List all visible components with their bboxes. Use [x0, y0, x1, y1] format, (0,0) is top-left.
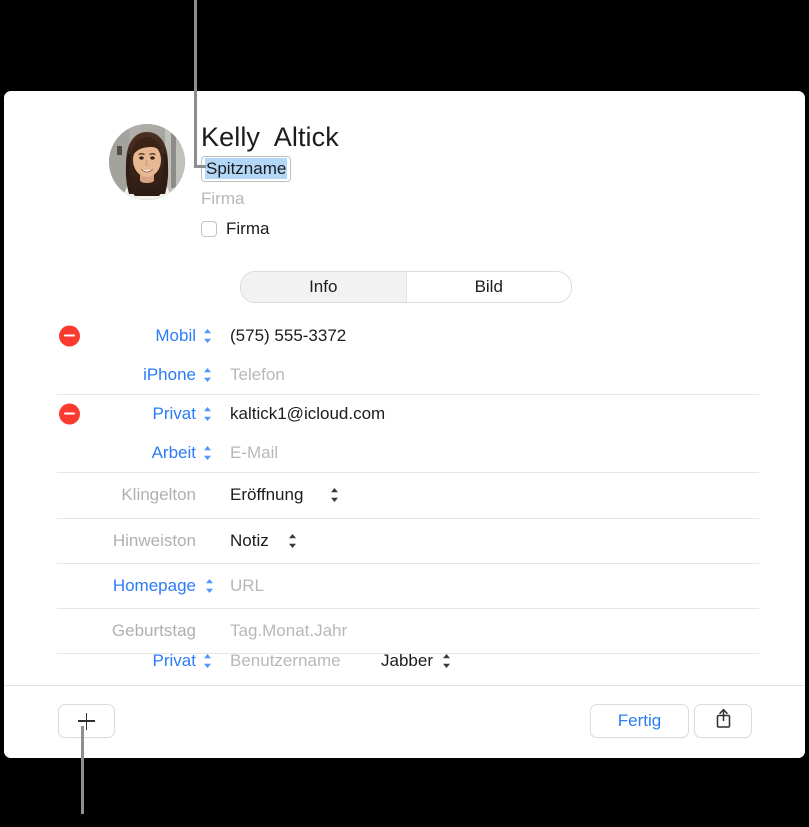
- field-value-mobil[interactable]: (575) 555-3372: [230, 326, 346, 346]
- field-value-im-service[interactable]: Jabber: [381, 653, 433, 671]
- company-checkbox[interactable]: [201, 221, 217, 237]
- name-block: Kelly Altick Spitzname Firma Firma: [201, 121, 339, 239]
- avatar-image: [109, 124, 185, 200]
- chevron-updown-icon[interactable]: [441, 653, 452, 669]
- field-value-homepage[interactable]: URL: [230, 576, 264, 596]
- field-label-iphone[interactable]: iPhone: [4, 365, 196, 385]
- bottom-toolbar: Fertig: [4, 685, 805, 758]
- nickname-field[interactable]: Spitzname: [201, 156, 292, 182]
- contact-header: Kelly Altick Spitzname Firma Firma: [4, 91, 805, 251]
- texttone-group: Hinweiston Notiz: [4, 518, 805, 563]
- field-row-klingelton[interactable]: Klingelton Eröffnung: [4, 472, 805, 518]
- im-group: Privat Benutzername Jabber: [4, 653, 805, 675]
- field-label-email-privat[interactable]: Privat: [4, 404, 196, 424]
- screenshot-root: Kelly Altick Spitzname Firma Firma Info …: [0, 0, 809, 827]
- field-label-homepage[interactable]: Homepage: [4, 576, 196, 596]
- field-row-homepage[interactable]: Homepage URL: [4, 563, 805, 608]
- field-row-instant-message-clipped[interactable]: Privat Benutzername Jabber: [4, 653, 805, 675]
- chevron-updown-icon[interactable]: [329, 487, 340, 503]
- email-group: Privat kaltick1@icloud.com Arbeit E-Mail: [4, 394, 805, 472]
- field-value-email-privat[interactable]: kaltick1@icloud.com: [230, 404, 385, 424]
- birthday-group: Geburtstag Tag.Monat.Jahr: [4, 608, 805, 653]
- done-button[interactable]: Fertig: [590, 704, 689, 738]
- share-button[interactable]: [694, 704, 752, 738]
- company-checkbox-row[interactable]: Firma: [201, 219, 339, 239]
- field-value-iphone[interactable]: Telefon: [230, 365, 285, 385]
- field-row-email-arbeit[interactable]: Arbeit E-Mail: [4, 433, 805, 472]
- field-row-iphone[interactable]: iPhone Telefon: [4, 355, 805, 394]
- field-label-mobil[interactable]: Mobil: [4, 326, 196, 346]
- field-label-klingelton: Klingelton: [121, 485, 196, 504]
- company-checkbox-label: Firma: [226, 219, 270, 238]
- field-label-hinweiston: Hinweiston: [112, 530, 196, 550]
- callout-line-nickname-elbow: [194, 165, 206, 168]
- chevron-updown-icon[interactable]: [202, 406, 213, 422]
- field-row-email-privat[interactable]: Privat kaltick1@icloud.com: [4, 394, 805, 433]
- field-value-email-arbeit[interactable]: E-Mail: [230, 443, 278, 463]
- field-value-klingelton[interactable]: Eröffnung: [230, 485, 303, 505]
- url-group: Homepage URL: [4, 563, 805, 608]
- chevron-updown-icon[interactable]: [202, 445, 213, 461]
- field-value-hinweiston[interactable]: Notiz: [230, 531, 269, 551]
- chevron-updown-icon[interactable]: [204, 578, 215, 594]
- field-row-geburtstag[interactable]: Geburtstag Tag.Monat.Jahr: [4, 608, 805, 653]
- phone-group: Mobil (575) 555-3372 iPhone Telefon: [4, 316, 805, 394]
- ringtone-group: Klingelton Eröffnung: [4, 472, 805, 518]
- field-value-im-username[interactable]: Benutzername: [230, 653, 341, 671]
- chevron-updown-icon[interactable]: [287, 533, 298, 549]
- callout-line-add-button: [81, 726, 84, 814]
- chevron-updown-icon[interactable]: [202, 328, 213, 344]
- tab-bild[interactable]: Bild: [407, 272, 572, 302]
- callout-line-nickname-vertical: [194, 0, 197, 168]
- contact-editor-card: Kelly Altick Spitzname Firma Firma Info …: [4, 91, 805, 758]
- chevron-updown-icon[interactable]: [202, 367, 213, 383]
- company-field-placeholder[interactable]: Firma: [201, 188, 339, 210]
- field-row-hinweiston[interactable]: Hinweiston Notiz: [4, 518, 805, 563]
- chevron-updown-icon[interactable]: [202, 653, 213, 669]
- share-icon: [714, 708, 733, 734]
- field-value-geburtstag[interactable]: Tag.Monat.Jahr: [230, 621, 347, 641]
- field-label-email-arbeit[interactable]: Arbeit: [4, 443, 196, 463]
- info-bild-segmented-control[interactable]: Info Bild: [240, 271, 572, 303]
- tab-info[interactable]: Info: [241, 272, 407, 302]
- contact-full-name: Kelly Altick: [201, 122, 339, 152]
- field-label-geburtstag: Geburtstag: [111, 620, 196, 640]
- nickname-value: Spitzname: [205, 158, 288, 179]
- contact-photo-avatar[interactable]: [109, 124, 185, 200]
- add-field-button[interactable]: [58, 704, 115, 738]
- field-label-im-privat[interactable]: Privat: [4, 653, 196, 671]
- field-list: Mobil (575) 555-3372 iPhone Telefon Priv…: [4, 316, 805, 675]
- field-row-mobil[interactable]: Mobil (575) 555-3372: [4, 316, 805, 355]
